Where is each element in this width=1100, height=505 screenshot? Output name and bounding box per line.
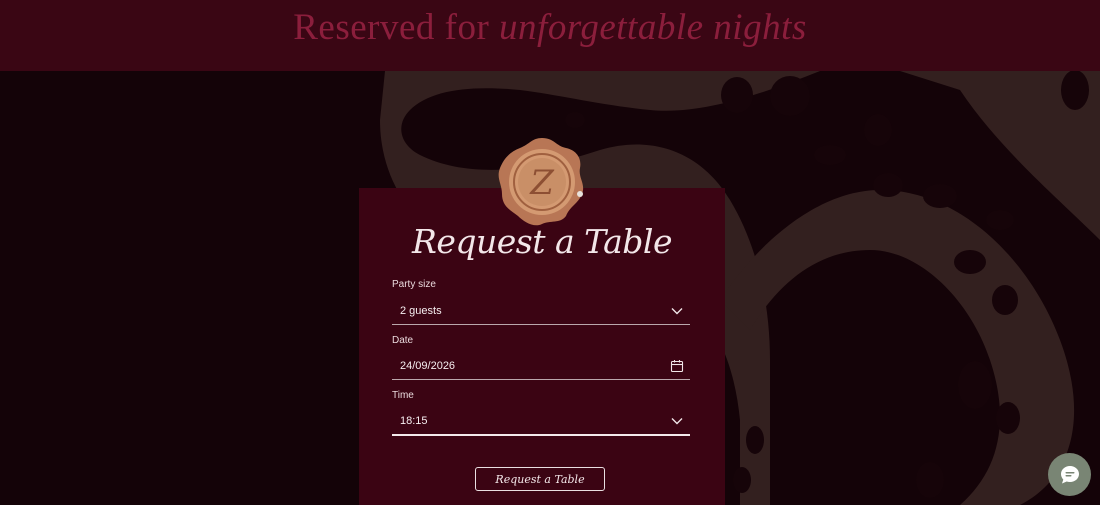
calendar-icon[interactable] <box>670 359 684 373</box>
pattern-spot <box>746 426 764 454</box>
pattern-spot <box>864 114 892 146</box>
pattern-spot <box>954 250 986 274</box>
reservation-page: Reserved for unforgettable nights Z Requ… <box>0 0 1100 505</box>
pattern-spot <box>814 145 846 165</box>
top-banner: Reserved for unforgettable nights <box>0 0 1100 71</box>
pattern-spot <box>992 285 1018 315</box>
chevron-down-icon <box>671 308 683 315</box>
pattern-spot <box>916 462 944 498</box>
banner-title-plain: Reserved for <box>293 7 500 48</box>
party-size-value: 2 guests <box>400 305 442 317</box>
pattern-spot <box>1061 71 1089 110</box>
party-size-select[interactable]: 2 guests <box>392 298 690 325</box>
chat-button[interactable] <box>1048 453 1091 496</box>
pattern-spot <box>873 173 903 197</box>
date-input[interactable]: 24/09/2026 <box>392 353 690 380</box>
date-value: 24/09/2026 <box>400 360 456 372</box>
pattern-spot <box>923 184 957 208</box>
chevron-down-icon <box>671 418 683 425</box>
request-table-button[interactable]: Request a Table <box>475 467 605 491</box>
pattern-spot <box>986 210 1014 230</box>
time-value: 18:15 <box>400 415 428 427</box>
banner-title: Reserved for unforgettable nights <box>293 6 807 49</box>
seal-letter: Z <box>529 163 555 203</box>
pattern-spot <box>996 402 1020 434</box>
pattern-spot <box>958 361 992 409</box>
time-label: Time <box>392 390 414 401</box>
wax-seal-icon: Z <box>498 138 584 226</box>
pattern-spot <box>721 77 753 113</box>
party-size-label: Party size <box>392 279 436 290</box>
banner-title-accent: unforgettable nights <box>499 7 807 48</box>
chat-bubble-icon <box>1061 466 1079 484</box>
time-select[interactable]: 18:15 <box>392 408 690 436</box>
pattern-spot <box>770 76 810 116</box>
date-label: Date <box>392 335 414 346</box>
pattern-spot <box>565 112 585 128</box>
pattern-loop <box>720 190 1075 505</box>
reservation-card: Request a Table Party size 2 guests Date… <box>359 188 725 505</box>
pattern-spot <box>733 467 751 493</box>
